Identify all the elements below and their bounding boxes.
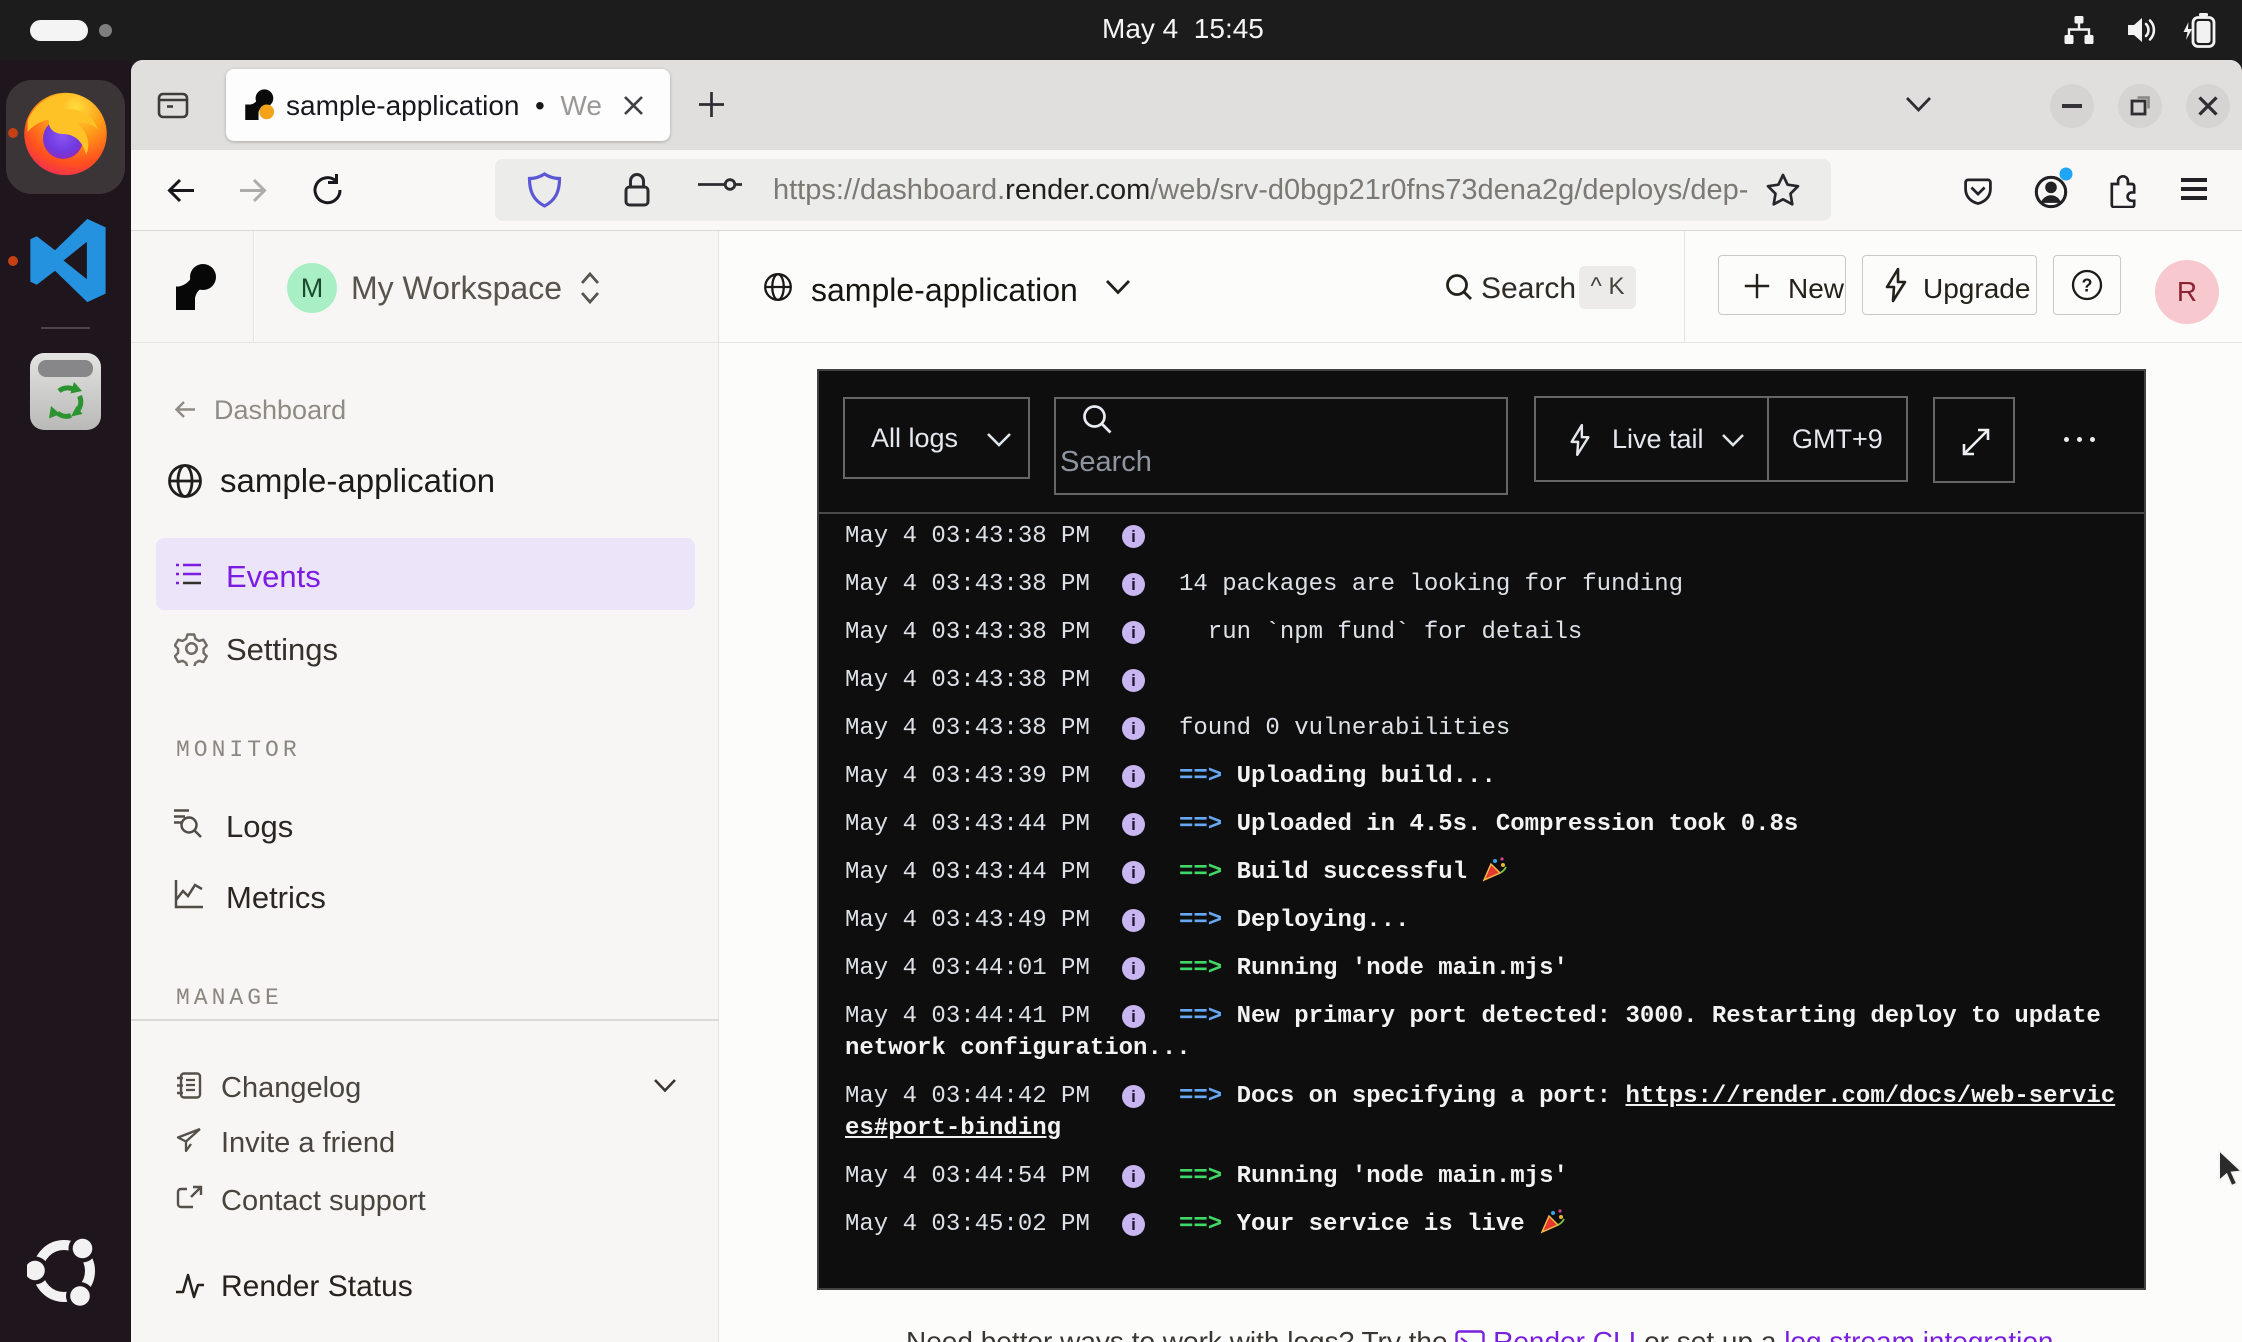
- svg-text:?: ?: [2082, 276, 2093, 296]
